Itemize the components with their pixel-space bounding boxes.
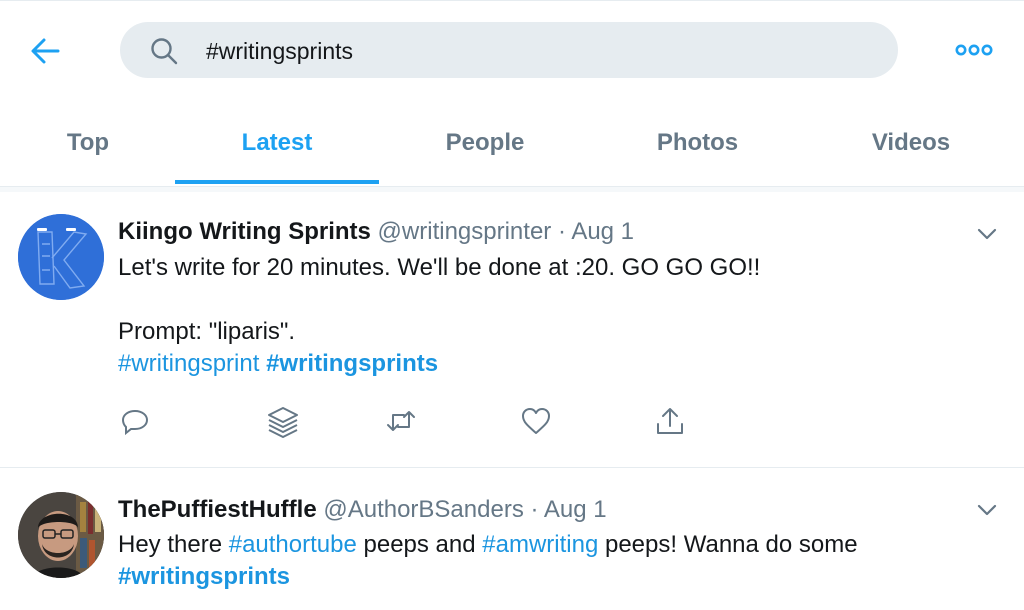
reply-icon (121, 409, 149, 436)
window-top-border (0, 0, 1024, 5)
author-handle[interactable]: @AuthorBSanders (323, 496, 523, 523)
reply-button[interactable] (118, 404, 152, 438)
search-tabs: Top Latest People Photos Videos (0, 100, 1024, 186)
author-name[interactable]: ThePuffiestHuffle (118, 496, 317, 523)
chevron-down-icon (977, 228, 997, 240)
search-bar[interactable] (120, 22, 898, 78)
share-icon (657, 408, 683, 434)
tweet-menu-button[interactable] (974, 224, 1000, 244)
author-name[interactable]: Kiingo Writing Sprints (118, 218, 371, 245)
active-tab-indicator (175, 180, 379, 184)
hashtag-link[interactable]: #writingsprints (266, 350, 438, 377)
tweet-date[interactable]: Aug 1 (571, 218, 634, 245)
like-icon (522, 408, 550, 434)
tab-videos[interactable]: Videos (845, 100, 977, 186)
search-input[interactable] (204, 32, 868, 70)
search-icon (151, 38, 178, 65)
add-to-moment-button[interactable] (266, 404, 300, 438)
tab-top[interactable]: Top (38, 100, 138, 186)
tweet-date[interactable]: Aug 1 (544, 496, 607, 523)
retweet-button[interactable] (384, 404, 418, 438)
separator: · (557, 218, 566, 245)
tweet-menu-button[interactable] (974, 500, 1000, 520)
tab-photos[interactable]: Photos (625, 100, 770, 186)
tweet-hashtags: #writingsprints (118, 561, 290, 593)
stack-icon (268, 407, 298, 438)
tweet-hashtags: #writingsprint #writingsprints (118, 348, 438, 380)
tweet-body-line: Prompt: "liparis". (118, 318, 296, 345)
avatar[interactable] (18, 492, 104, 578)
author-handle[interactable]: @writingsprinter (378, 218, 552, 245)
back-button[interactable] (28, 36, 64, 66)
tab-latest[interactable]: Latest (175, 100, 379, 186)
hashtag-link[interactable]: #authortube (229, 531, 357, 558)
separator: · (530, 496, 539, 523)
logo-avatar-image (18, 214, 104, 300)
tab-people[interactable]: People (415, 100, 555, 186)
tweet-actions (118, 404, 718, 438)
more-options-button[interactable] (955, 40, 993, 60)
hashtag-link[interactable]: #writingsprints (118, 563, 290, 590)
profile-photo-image (18, 492, 104, 578)
more-icon (955, 44, 993, 56)
tweet-body-line: Let's write for 20 minutes. We'll be don… (118, 254, 761, 281)
tweet-text: Hey there (118, 531, 229, 558)
tweet-body-line: Hey there #authortube peeps and #amwriti… (118, 529, 858, 561)
like-button[interactable] (519, 404, 553, 438)
back-arrow-icon (31, 38, 60, 64)
retweet-icon (387, 411, 415, 431)
avatar[interactable] (18, 214, 104, 300)
tweet-text: peeps! Wanna do some (598, 531, 858, 558)
share-button[interactable] (653, 404, 687, 438)
tweet-header: ThePuffiestHuffle @AuthorBSanders · Aug … (118, 496, 607, 524)
chevron-down-icon (977, 504, 997, 516)
hashtag-link[interactable]: #writingsprint (118, 350, 259, 377)
hashtag-link[interactable]: #amwriting (482, 531, 598, 558)
tweet-text: peeps and (356, 531, 483, 558)
tweet-header: Kiingo Writing Sprints @writingsprinter … (118, 218, 634, 246)
tweet[interactable]: ThePuffiestHuffle @AuthorBSanders · Aug … (0, 468, 1024, 610)
